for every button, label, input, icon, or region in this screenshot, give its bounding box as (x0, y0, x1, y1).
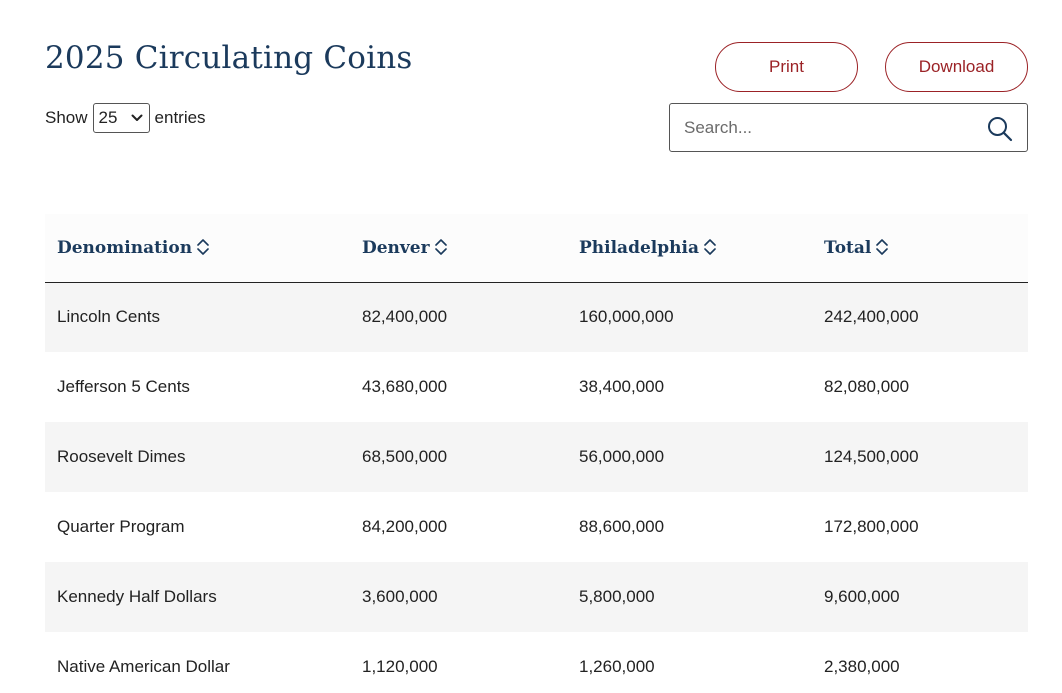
print-button[interactable]: Print (715, 42, 858, 92)
column-header-denver[interactable]: Denver (350, 214, 567, 282)
entries-select-value: 25 (98, 108, 118, 127)
cell-philadelphia: 160,000,000 (579, 307, 674, 327)
cell-total: 9,600,000 (824, 587, 900, 606)
cell-total: 2,380,000 (824, 657, 900, 676)
cell-denver: 84,200,000 (362, 517, 448, 536)
search-input[interactable] (671, 105, 984, 150)
sort-icon (434, 238, 447, 255)
search-box (669, 103, 1028, 152)
cell-philadelphia: 38,400,000 (579, 377, 665, 396)
cell-denomination: Lincoln Cents (57, 307, 161, 327)
coins-table: Denomination Denver Philadelphia Total L… (45, 214, 1028, 693)
page-title: 2025 Circulating Coins (45, 40, 413, 76)
column-header-philadelphia[interactable]: Philadelphia (567, 214, 812, 282)
cell-denomination: Roosevelt Dimes (57, 447, 186, 466)
cell-total: 124,500,000 (824, 447, 919, 466)
cell-denver: 43,680,000 (362, 377, 448, 396)
sort-icon (197, 238, 209, 255)
cell-philadelphia: 5,800,000 (579, 587, 655, 606)
entries-length-control: Show 25 entries (45, 103, 206, 133)
cell-denomination: Native American Dollar (57, 657, 230, 676)
cell-philadelphia: 88,600,000 (579, 517, 665, 536)
table-row: Jefferson 5 Cents 43,680,000 38,400,000 … (45, 352, 1028, 422)
cell-denomination: Quarter Program (57, 517, 185, 536)
entries-label: entries (154, 108, 206, 127)
cell-denver: 1,120,000 (362, 657, 438, 676)
table-row: Roosevelt Dimes 68,500,000 56,000,000 12… (45, 422, 1028, 492)
table-header-row: Denomination Denver Philadelphia Total (45, 214, 1028, 282)
cell-philadelphia: 1,260,000 (579, 657, 655, 676)
chevron-down-icon (131, 114, 143, 121)
entries-select[interactable]: 25 (92, 103, 150, 133)
search-icon[interactable] (987, 116, 1013, 142)
cell-denver: 3,600,000 (362, 587, 438, 606)
page: 2025 Circulating Coins Print Download Sh… (0, 0, 1062, 693)
cell-philadelphia: 56,000,000 (579, 447, 665, 466)
table-row: Quarter Program 84,200,000 88,600,000 17… (45, 492, 1028, 562)
sort-icon (704, 238, 716, 255)
cell-total: 242,400,000 (824, 307, 919, 327)
cell-total: 172,800,000 (824, 517, 919, 536)
cell-total: 82,080,000 (824, 377, 910, 396)
sort-icon (876, 238, 889, 255)
cell-denver: 82,400,000 (362, 307, 448, 327)
table-row: Native American Dollar 1,120,000 1,260,0… (45, 632, 1028, 693)
show-label: Show (45, 108, 88, 127)
table-row: Kennedy Half Dollars 3,600,000 5,800,000… (45, 562, 1028, 632)
cell-denomination: Kennedy Half Dollars (57, 587, 217, 606)
column-header-total[interactable]: Total (812, 214, 1028, 282)
column-header-denomination[interactable]: Denomination (45, 214, 350, 282)
cell-denomination: Jefferson 5 Cents (57, 377, 190, 396)
cell-denver: 68,500,000 (362, 447, 448, 466)
download-button[interactable]: Download (885, 42, 1028, 92)
table-row: Lincoln Cents 82,400,000 160,000,000 242… (45, 282, 1028, 352)
